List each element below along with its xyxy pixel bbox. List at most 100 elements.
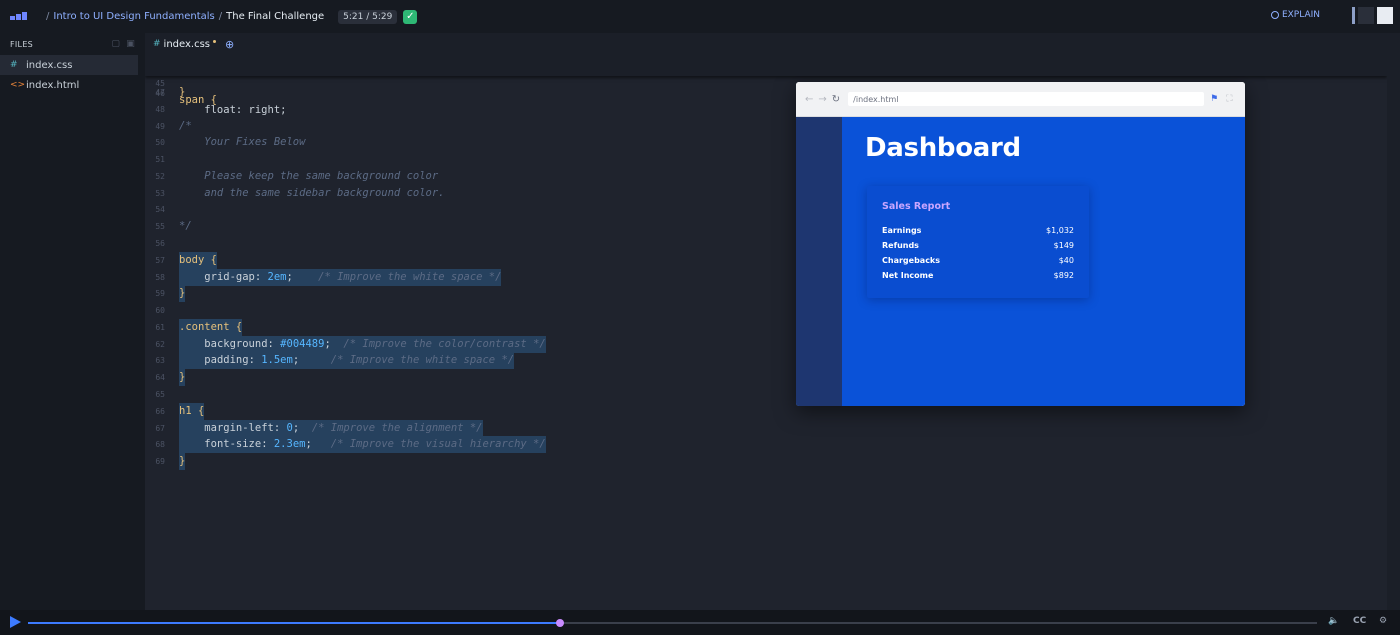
code-text: } (179, 285, 186, 303)
progress-track[interactable] (28, 619, 1317, 627)
code-text: Please keep the same background color (179, 169, 439, 182)
code-text: and the same sidebar background color. (179, 186, 445, 199)
line-number: 45 (155, 79, 165, 88)
forward-icon[interactable]: → (818, 94, 826, 105)
code-text: } (179, 453, 186, 471)
breadcrumb-course-link[interactable]: Intro to UI Design Fundamentals (53, 11, 214, 22)
file-name: index.css (26, 59, 73, 71)
pin-icon[interactable]: ⚑ (1210, 94, 1218, 104)
code-text: .content { (179, 318, 243, 336)
css-file-icon: # (10, 60, 18, 70)
code-text: padding: 1.5em; /* Improve the white spa… (179, 352, 515, 370)
preview-sidebar (796, 117, 842, 406)
code-line: 67 margin-left: 0; /* Improve the alignm… (145, 419, 1387, 437)
line-number: 53 (155, 188, 165, 198)
code-text: h1 { (179, 402, 205, 420)
code-line: 69} (145, 453, 1387, 471)
time-badge: 5:21 / 5:29 (338, 9, 398, 24)
report-row: Earnings $1,032 (882, 226, 1074, 235)
playback-bar: 🔈 CC ⚙ (0, 610, 1400, 635)
report-row: Refunds $149 (882, 241, 1074, 250)
line-number: 66 (155, 406, 165, 416)
code-text: grid-gap: 2em; /* Improve the white spac… (179, 268, 502, 286)
html-file-icon: <> (10, 80, 26, 90)
sticky-scroll-header[interactable]: 45 span { (145, 55, 1387, 106)
tab-index-css[interactable]: # index.css (153, 38, 217, 50)
captions-button[interactable]: CC (1353, 616, 1366, 626)
line-number: 50 (155, 138, 165, 148)
file-name: index.html (26, 79, 80, 91)
line-number: 58 (155, 272, 165, 282)
line-number: 54 (155, 205, 165, 215)
line-number: 61 (155, 322, 165, 332)
explain-icon (1270, 11, 1279, 19)
progress-knob[interactable] (556, 619, 565, 627)
preview-content: Dashboard Sales Report Earnings $1,032 R… (796, 117, 1245, 406)
explain-button[interactable]: EXPLAIN (1270, 10, 1320, 20)
line-number: 67 (155, 423, 165, 433)
back-icon[interactable]: ← (805, 94, 813, 105)
files-header: FILES ▢ ▣ (0, 33, 145, 55)
code-text: /* (179, 119, 192, 132)
line-number: 51 (155, 155, 165, 165)
explain-label: EXPLAIN (1281, 10, 1320, 20)
code-text: body { (179, 251, 217, 269)
line-number: 56 (155, 239, 165, 249)
code-text: } (179, 369, 186, 387)
preview-browser-bar: ← → ↻ /index.html ⚑ ⛶ (796, 82, 1245, 117)
file-item-index-html[interactable]: <> index.html (0, 75, 138, 95)
css-file-icon: # (153, 39, 161, 49)
lesson-title: The Final Challenge (226, 11, 325, 22)
breadcrumb-separator: / (46, 11, 50, 22)
line-number: 65 (155, 390, 165, 400)
report-row: Chargebacks $40 (882, 256, 1074, 265)
preview-window: ← → ↻ /index.html ⚑ ⛶ Dashboard Sales Re… (796, 82, 1245, 406)
code-text: margin-left: 0; /* Improve the alignment… (179, 419, 483, 437)
layout-handle-icon[interactable] (1352, 7, 1355, 24)
report-row: Net Income $892 (882, 271, 1074, 280)
files-title: FILES (10, 39, 34, 49)
line-number: 59 (155, 289, 165, 299)
code-text: background: #004489; /* Improve the colo… (179, 335, 546, 353)
card-title: Sales Report (882, 201, 951, 212)
new-folder-icon[interactable]: ▣ (126, 39, 135, 49)
expand-icon[interactable]: ⛶ (1226, 94, 1232, 104)
reload-icon[interactable]: ↻ (832, 94, 840, 105)
scrimba-logo-icon[interactable] (10, 11, 32, 22)
preview-url-field[interactable]: /index.html (848, 92, 1205, 106)
editor-tab-bar: # index.css ⊕ (145, 33, 1400, 55)
files-sidebar: FILES ▢ ▣ # index.css <> index.html (0, 33, 145, 610)
line-number: 60 (155, 306, 165, 316)
sales-report-card: Sales Report Earnings $1,032 Refunds $14… (867, 186, 1089, 298)
breadcrumb-separator: / (218, 11, 223, 22)
code-line: 68 font-size: 2.3em; /* Improve the visu… (145, 436, 1387, 454)
file-item-index-css[interactable]: # index.css (0, 55, 138, 75)
completed-check-icon[interactable]: ✓ (403, 9, 418, 24)
line-number: 52 (155, 171, 165, 181)
new-tab-icon[interactable]: ⊕ (225, 38, 234, 51)
unsaved-dot-icon (213, 39, 217, 43)
layout-preview-button[interactable] (1377, 7, 1393, 24)
preview-heading: Dashboard (865, 133, 1021, 163)
tab-label: index.css (163, 38, 211, 50)
progress-fill (28, 622, 561, 624)
line-number: 57 (155, 255, 165, 265)
volume-icon[interactable]: 🔈 (1328, 616, 1339, 626)
top-bar: / Intro to UI Design Fundamentals / The … (0, 0, 1400, 33)
new-file-icon[interactable]: ▢ (111, 39, 120, 49)
code-text: font-size: 2.3em; /* Improve the visual … (179, 436, 546, 454)
editor-scrollbar[interactable] (1387, 55, 1400, 610)
settings-gear-icon[interactable]: ⚙ (1379, 616, 1387, 626)
line-number: 68 (155, 440, 165, 450)
layout-split-button[interactable] (1358, 7, 1374, 24)
line-number: 64 (155, 373, 165, 383)
code-text: span { (179, 94, 217, 106)
code-text: */ (179, 220, 192, 233)
line-number: 62 (155, 339, 165, 349)
layout-switcher (1352, 7, 1393, 24)
line-number: 69 (155, 457, 165, 467)
line-number: 55 (155, 222, 165, 232)
code-text: Your Fixes Below (179, 136, 306, 149)
play-icon[interactable] (10, 616, 21, 628)
line-number: 63 (155, 356, 165, 366)
